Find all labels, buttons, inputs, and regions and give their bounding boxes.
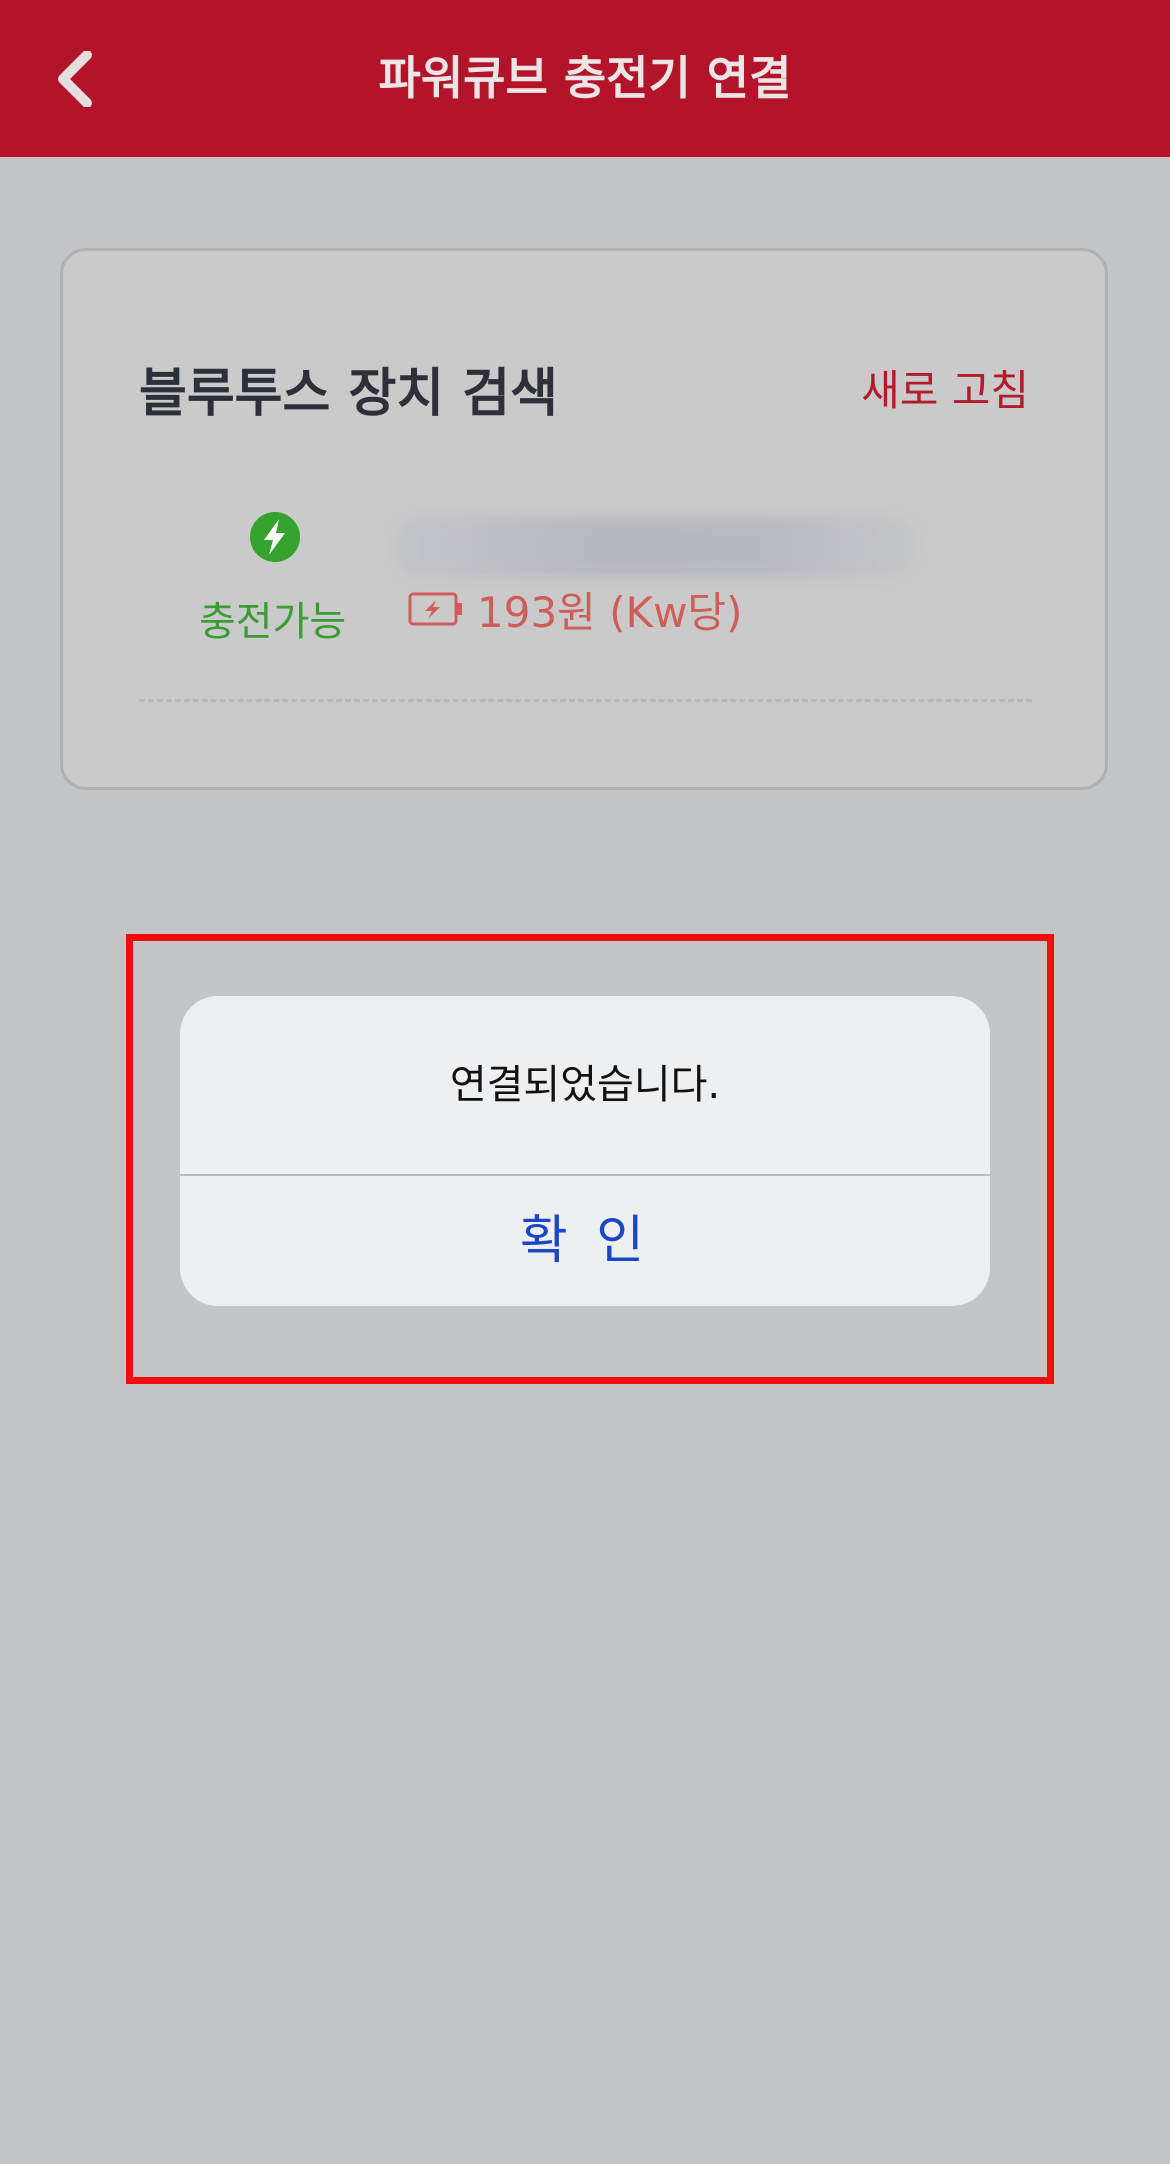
bluetooth-search-card: 블루투스 장치 검색 새로 고침 충전가능 193원 (Kw당): [60, 248, 1108, 790]
price-per-kw: 193원 (Kw당): [477, 588, 743, 637]
card-title: 블루투스 장치 검색: [139, 364, 558, 424]
confirm-button[interactable]: 확 인: [180, 1176, 990, 1306]
refresh-button[interactable]: 새로 고침: [861, 357, 1029, 418]
lightning-circle-icon: [249, 511, 301, 567]
app-header: 파워큐브 충전기 연결: [0, 0, 1170, 157]
device-name-blurred[interactable]: [393, 517, 918, 577]
alert-message: 연결되었습니다.: [449, 1062, 721, 1108]
alert-dialog: 연결되었습니다. 확 인: [180, 996, 990, 1306]
battery-charging-icon: [408, 592, 464, 630]
charge-status-label: 충전가능: [199, 599, 347, 645]
list-divider: [139, 699, 1032, 702]
chevron-left-icon: [58, 51, 92, 107]
page-title: 파워큐브 충전기 연결: [378, 51, 792, 105]
back-button[interactable]: [40, 38, 110, 120]
